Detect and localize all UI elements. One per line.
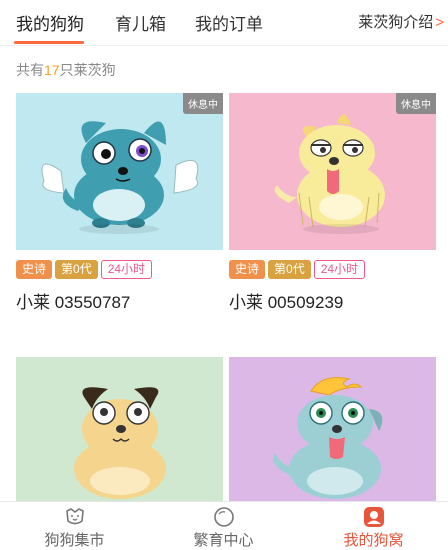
chevron-right-icon: > — [435, 14, 444, 31]
cooldown-tag: 24小时 — [313, 260, 366, 279]
count-suffix: 只莱茨狗 — [59, 62, 116, 78]
active-tab-indicator — [14, 41, 84, 44]
status-badge: 休息中 — [183, 93, 223, 114]
dog-illustration — [229, 357, 436, 501]
dog-image[interactable] — [229, 357, 436, 501]
dog-count: 共有17只莱茨狗 — [16, 60, 116, 80]
count-prefix: 共有 — [16, 62, 44, 78]
generation-tag: 第0代 — [55, 260, 98, 279]
dog-card[interactable] — [16, 357, 223, 501]
nav-breeding-center[interactable]: 繁育中心 — [149, 502, 298, 550]
intro-link[interactable]: 莱茨狗介绍 > — [358, 11, 444, 32]
dog-card[interactable]: 休息中 史诗 第0代 24小时 小莱 00509239 — [229, 93, 436, 313]
nav-label: 狗狗集市 — [44, 532, 105, 549]
dog-illustration — [16, 93, 223, 250]
dog-name: 小莱 00509239 — [229, 293, 344, 312]
profile-icon — [363, 507, 384, 527]
nav-dog-market[interactable]: 狗狗集市 — [0, 502, 149, 550]
top-tab-bar: 我的狗狗 育儿箱 我的订单 莱茨狗介绍 > — [0, 0, 448, 46]
tab-my-orders[interactable]: 我的订单 — [195, 10, 263, 35]
dog-illustration — [16, 357, 223, 501]
nav-my-kennel[interactable]: 我的狗窝 — [299, 502, 448, 550]
status-badge: 休息中 — [396, 93, 436, 114]
tag-row: 史诗 第0代 24小时 — [229, 260, 436, 280]
nav-label: 我的狗窝 — [343, 532, 404, 549]
dog-face-icon — [65, 508, 84, 525]
tab-my-dogs[interactable]: 我的狗狗 — [16, 10, 84, 35]
nav-label: 繁育中心 — [193, 532, 254, 549]
dog-card[interactable] — [229, 357, 436, 501]
tag-row: 史诗 第0代 24小时 — [16, 260, 223, 280]
dog-name: 小莱 03550787 — [16, 293, 131, 312]
rarity-tag: 史诗 — [16, 260, 53, 279]
intro-link-label: 莱茨狗介绍 — [358, 14, 434, 31]
dog-image[interactable]: 休息中 — [229, 93, 436, 250]
dog-image[interactable] — [16, 357, 223, 501]
dog-illustration — [229, 93, 436, 250]
circle-icon — [213, 507, 234, 527]
cooldown-tag: 24小时 — [100, 260, 153, 279]
dog-card[interactable]: 休息中 史诗 第0代 24小时 小莱 03550787 — [16, 93, 223, 313]
dog-image[interactable]: 休息中 — [16, 93, 223, 250]
rarity-tag: 史诗 — [229, 260, 266, 279]
tab-nursery[interactable]: 育儿箱 — [115, 10, 166, 35]
bottom-navigation: 狗狗集市 繁育中心 我的狗窝 — [0, 501, 448, 550]
generation-tag: 第0代 — [268, 260, 311, 279]
count-number: 17 — [44, 62, 60, 78]
